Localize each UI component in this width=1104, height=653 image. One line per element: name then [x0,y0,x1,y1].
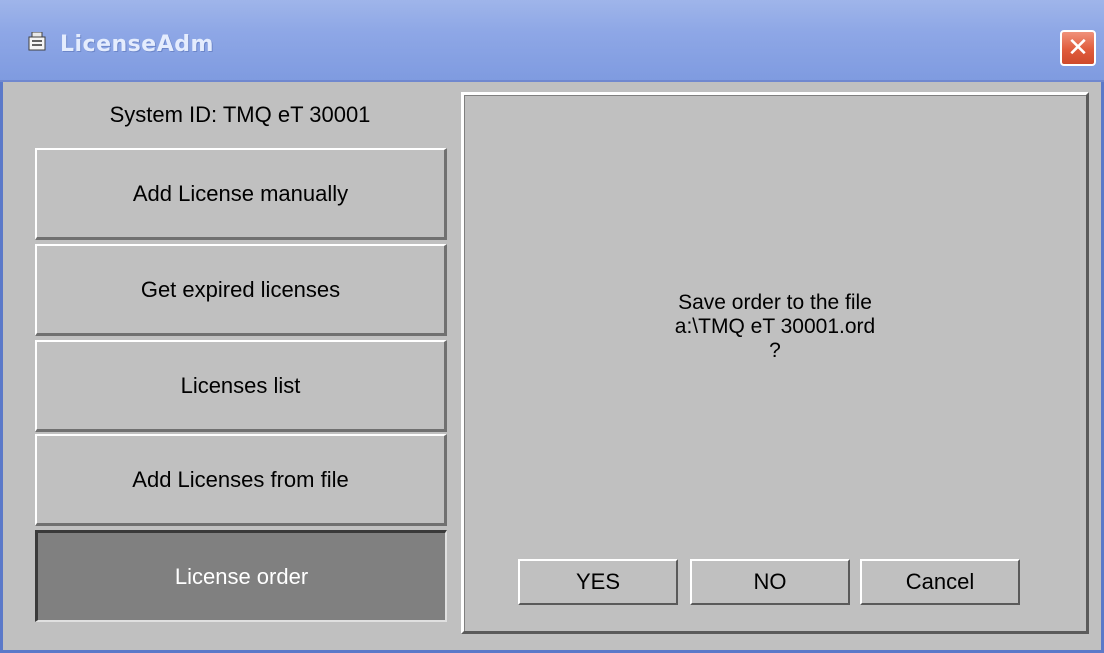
close-icon: ✕ [1067,33,1089,63]
license-adm-window: LicenseAdm ✕ System ID: TMQ eT 30001 Add… [0,0,1104,653]
title-bar[interactable]: LicenseAdm ✕ [0,0,1104,82]
system-id-label: System ID: TMQ eT 30001 [109,102,371,127]
panel-inner-frame [464,95,1086,631]
window-title: LicenseAdm [60,32,214,57]
license-app-icon [28,32,46,51]
yes-button[interactable]: YES [518,559,678,605]
order-dialog-panel: Save order to the file a:\TMQ eT 30001.o… [461,92,1089,634]
cancel-button[interactable]: Cancel [860,559,1020,605]
licenses-list-button[interactable]: Licenses list [35,340,447,432]
add-license-manually-button[interactable]: Add License manually [35,148,447,240]
close-button[interactable]: ✕ [1060,30,1096,66]
message-question-mark: ? [769,339,781,362]
message-line-1: Save order to the file [678,291,872,314]
license-order-button[interactable]: License order [35,530,447,622]
no-button[interactable]: NO [690,559,850,605]
get-expired-licenses-button[interactable]: Get expired licenses [35,244,447,336]
add-licenses-from-file-button[interactable]: Add Licenses from file [35,434,447,526]
message-file-path: a:\TMQ eT 30001.ord [674,315,876,338]
